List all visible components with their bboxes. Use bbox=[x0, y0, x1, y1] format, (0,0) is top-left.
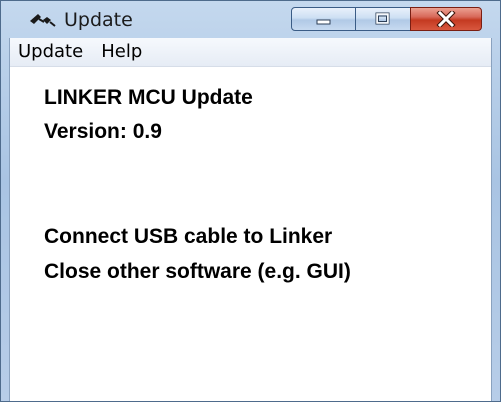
menu-item-help[interactable]: Help bbox=[93, 38, 152, 66]
instruction-connect: Connect USB cable to Linker bbox=[44, 225, 333, 248]
product-name: LINKER MCU Update bbox=[44, 86, 253, 109]
menu-item-update[interactable]: Update bbox=[10, 38, 93, 66]
version-label: Version: 0.9 bbox=[44, 120, 162, 143]
window-title: Update bbox=[64, 9, 133, 31]
instruction-close: Close other software (e.g. GUI) bbox=[44, 260, 351, 283]
close-button[interactable] bbox=[410, 7, 482, 31]
maximize-icon bbox=[375, 12, 390, 25]
update-window: Update Update Help LINKER MCU Update Ver… bbox=[0, 0, 501, 402]
satellite-icon bbox=[30, 14, 56, 27]
minimize-button[interactable] bbox=[291, 7, 356, 31]
menu-bar: Update Help bbox=[10, 38, 491, 67]
minimize-icon bbox=[316, 19, 330, 25]
close-icon bbox=[436, 11, 456, 27]
content-panel: LINKER MCU Update Version: 0.9 Connect U… bbox=[10, 67, 491, 401]
title-bar[interactable]: Update bbox=[1, 1, 500, 38]
maximize-button[interactable] bbox=[355, 7, 411, 31]
client-area: Update Help LINKER MCU Update Version: 0… bbox=[9, 38, 492, 401]
